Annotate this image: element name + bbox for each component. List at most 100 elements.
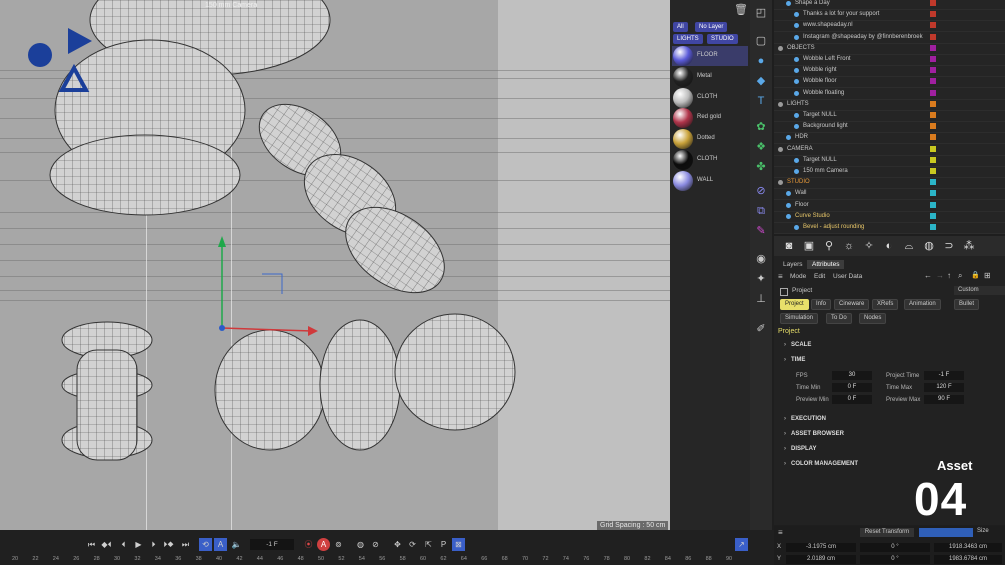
sphere-icon[interactable]: ● — [754, 54, 768, 68]
tab-project[interactable]: Project — [780, 299, 809, 310]
section-execution[interactable]: EXECUTION — [784, 416, 826, 422]
object-row[interactable]: Wall — [774, 188, 1005, 201]
layer-color-swatch[interactable] — [930, 112, 936, 118]
scale-key-icon[interactable]: ⇱ — [422, 538, 435, 551]
object-name[interactable]: STUDIO — [787, 177, 810, 188]
new-panel-icon[interactable]: ⊞ — [984, 271, 991, 280]
filter-lights-button[interactable]: LIGHTS — [673, 34, 703, 44]
object-row[interactable]: 150 mm Camera — [774, 166, 1005, 178]
current-frame-field[interactable]: -1 F — [250, 539, 294, 550]
paperclip-icon[interactable]: ⊃ — [942, 239, 956, 253]
object-row[interactable]: Bevel - adjust rounding — [774, 222, 1005, 234]
render-settings-icon[interactable]: ◙ — [782, 239, 796, 253]
layer-color-swatch[interactable] — [930, 33, 936, 40]
previous-frame-icon[interactable]: ⏴ — [117, 538, 130, 551]
move-key-icon[interactable]: ✥ — [391, 538, 404, 551]
trash-icon[interactable]: 🗑 — [734, 3, 748, 17]
autokey-icon[interactable]: A — [317, 538, 330, 551]
tab-to-do[interactable]: To Do — [826, 313, 852, 324]
object-name[interactable]: CAMERA — [787, 144, 813, 155]
pla-key-icon[interactable]: ⊠ — [452, 538, 465, 551]
material-item[interactable]: Metal — [672, 66, 748, 87]
y-size-field[interactable]: 1983.6784 cm — [934, 555, 1002, 564]
x-position-field[interactable]: -3.1975 cm — [786, 543, 856, 552]
object-name[interactable]: Shape a Day — [795, 0, 830, 9]
filter-studio-button[interactable]: STUDIO — [707, 34, 738, 44]
time-max-field[interactable]: 120 F — [924, 383, 964, 392]
section-display[interactable]: DISPLAY — [784, 446, 816, 452]
key-icon[interactable]: ◍ — [354, 538, 367, 551]
menu-icon[interactable]: ≡ — [778, 272, 783, 281]
object-row[interactable]: Background light — [774, 121, 1005, 134]
generator-icon[interactable]: ✿ — [754, 120, 768, 134]
layer-color-swatch[interactable] — [930, 78, 936, 85]
size-dropdown[interactable]: Size — [977, 528, 989, 534]
go-to-end-icon[interactable]: ⏭ — [179, 538, 192, 551]
material-item[interactable]: Red gold — [672, 108, 748, 129]
object-row[interactable]: Curve Studio — [774, 211, 1005, 223]
layer-color-swatch[interactable] — [930, 100, 936, 107]
rotate-key-icon[interactable]: ⟳ — [406, 538, 419, 551]
object-name[interactable]: Thanks a lot for your support — [803, 9, 879, 20]
layer-color-swatch[interactable] — [930, 212, 936, 219]
layer-color-swatch[interactable] — [930, 134, 936, 141]
object-name[interactable]: Wobble right — [803, 65, 837, 76]
light-settings-icon[interactable]: ✧ — [862, 239, 876, 253]
object-name[interactable]: 150 mm Camera — [803, 166, 848, 177]
floor-icon[interactable]: ⊥ — [754, 292, 768, 306]
layer-color-swatch[interactable] — [930, 168, 936, 174]
cluster-icon[interactable]: ⁂ — [962, 239, 976, 253]
layer-color-swatch[interactable] — [930, 56, 936, 62]
tab-animation[interactable]: Animation — [904, 299, 941, 310]
object-row[interactable]: HDR — [774, 132, 1005, 145]
camera-icon[interactable]: ◉ — [754, 252, 768, 266]
object-row[interactable]: Floor — [774, 200, 1005, 212]
tab-simulation[interactable]: Simulation — [780, 313, 819, 324]
forward-arrow-icon[interactable]: → — [936, 271, 944, 280]
tab-xrefs[interactable]: XRefs — [872, 299, 899, 310]
render-icon[interactable]: ▣ — [802, 239, 816, 253]
tab-layers[interactable]: Layers — [778, 260, 808, 269]
cloner-icon[interactable]: ❖ — [754, 140, 768, 154]
material-item[interactable]: CLOTH — [672, 150, 748, 170]
time-min-field[interactable]: 0 F — [832, 383, 872, 392]
object-name[interactable]: Target NULL — [803, 155, 837, 166]
preview-max-field[interactable]: 90 F — [924, 395, 964, 404]
material-item[interactable]: CLOTH — [672, 87, 748, 108]
go-to-start-icon[interactable]: ⏮ — [85, 538, 98, 551]
render-view-icon[interactable]: ◰ — [754, 6, 768, 20]
object-row[interactable]: Wobble right — [774, 65, 1005, 78]
keyframe-selection-icon[interactable]: ⊚ — [332, 538, 345, 551]
tab-cineware[interactable]: Cineware — [834, 299, 870, 310]
tab-info[interactable]: Info — [811, 299, 832, 310]
spline-icon[interactable]: ✎ — [754, 224, 768, 238]
tab-bullet[interactable]: Bullet — [954, 299, 980, 310]
object-row[interactable]: STUDIO — [774, 177, 1005, 190]
up-arrow-icon[interactable]: ↑ — [947, 271, 951, 280]
floor-object-icon[interactable]: ⌓ — [902, 239, 916, 253]
project-time-field[interactable]: -1 F — [924, 371, 964, 380]
material-icon[interactable]: ◍ — [922, 239, 936, 253]
sound-icon[interactable]: 🔈 — [230, 538, 243, 551]
object-name[interactable]: OBJECTS — [787, 43, 815, 54]
param-key-icon[interactable]: P — [437, 538, 450, 551]
lock-icon[interactable]: 🔒 — [971, 271, 980, 279]
material-item[interactable]: FLOOR — [672, 46, 748, 66]
object-name[interactable]: Floor — [795, 200, 809, 211]
object-row[interactable]: Target NULL — [774, 110, 1005, 122]
primitive-icon[interactable]: ◆ — [754, 74, 768, 88]
layer-color-swatch[interactable] — [930, 201, 936, 208]
3d-viewport[interactable]: 150 mm Camera Grid Spacing : 50 cm — [0, 0, 670, 530]
object-row[interactable]: CAMERA — [774, 144, 1005, 156]
object-row[interactable]: Wobble Left Front — [774, 54, 1005, 66]
y-rotation-field[interactable]: 0 ° — [860, 555, 930, 564]
cube-icon[interactable]: ▢ — [754, 34, 768, 48]
search-icon[interactable]: ⌕ — [958, 271, 962, 281]
layer-color-swatch[interactable] — [930, 22, 936, 29]
reset-transform-button[interactable]: Reset Transform — [860, 528, 914, 537]
tab-nodes[interactable]: Nodes — [859, 313, 887, 324]
pencil-icon[interactable]: ✐ — [754, 322, 768, 336]
layer-color-swatch[interactable] — [930, 67, 936, 74]
field-icon[interactable]: ⧉ — [754, 204, 768, 218]
section-asset-browser[interactable]: ASSET BROWSER — [784, 431, 844, 437]
